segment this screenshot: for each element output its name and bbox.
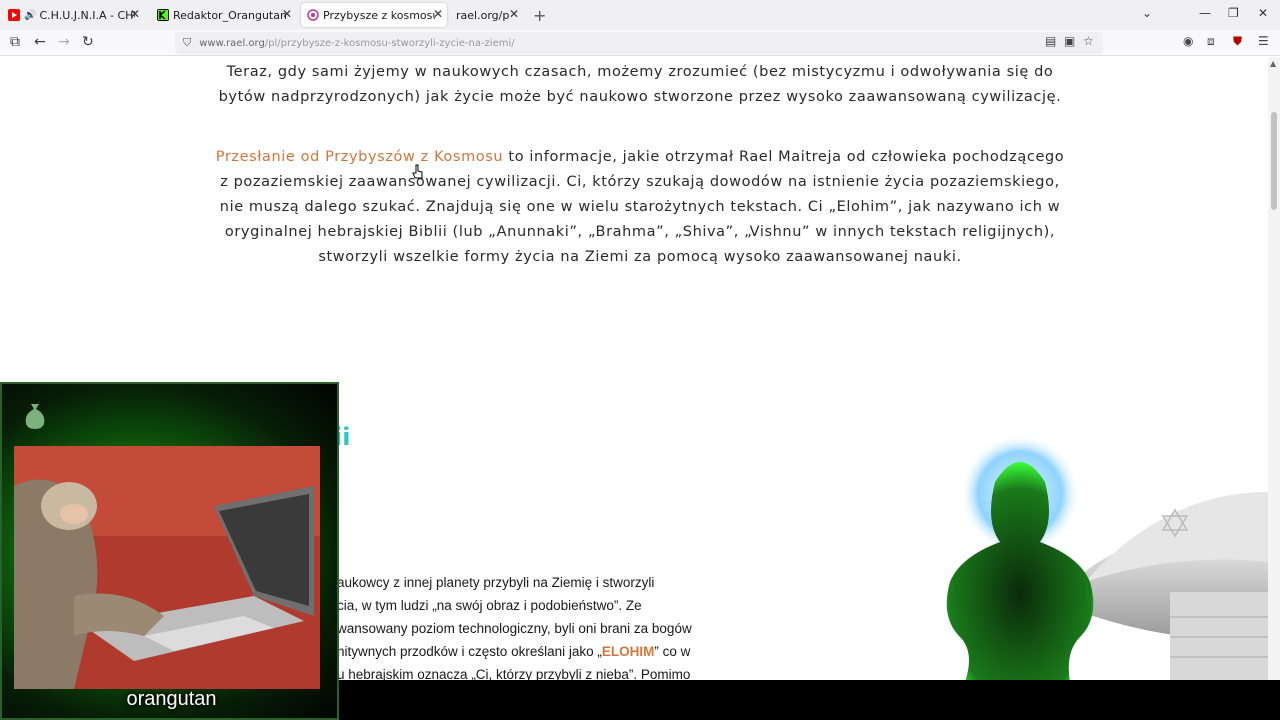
stream-webcam-overlay: orangutan <box>0 382 339 720</box>
body-line: u hebrajskim oznacza „Ci, którzy przybyl… <box>337 667 691 680</box>
tab-title: rael.org/pl/ebo <box>456 8 510 22</box>
close-tab-icon[interactable]: ✕ <box>433 7 443 21</box>
menu-icon[interactable]: ☰ <box>1258 34 1269 48</box>
tab-przybysze[interactable]: Przybysze z kosmosu stworzyli ż ✕ <box>301 3 447 27</box>
message-paragraph-text: to informacje, jakie otrzymał Rael Maitr… <box>219 149 1065 265</box>
section-body: aukowcy z innej planety przybyli na Ziem… <box>337 571 737 680</box>
tab-kick-stream[interactable]: Redaktor_Orangutan Stream - K ✕ <box>151 3 296 27</box>
scroll-up-icon[interactable]: ▲ <box>1270 59 1276 68</box>
new-tab-button[interactable]: + <box>533 6 546 25</box>
tab-strip: 🔊 C.H.U.J.N.I.A - CHUJNIA - Yo ✕ Redakto… <box>0 0 1280 30</box>
bookmark-star-icon[interactable]: ☆ <box>1083 34 1094 48</box>
speaker-icon[interactable]: 🔊 <box>24 10 36 21</box>
message-paragraph: Przesłanie od Przybyszów z Kosmosu to in… <box>210 145 1070 270</box>
sidebar-icon[interactable]: ⧉ <box>10 34 20 50</box>
tab-title: Redaktor_Orangutan Stream - K <box>173 8 286 22</box>
shield-icon[interactable]: ⛉ <box>183 36 191 50</box>
orangutan-video-frame <box>14 446 320 689</box>
reload-icon[interactable]: ↻ <box>82 34 94 50</box>
rael-icon <box>307 9 319 21</box>
minimize-button[interactable]: — <box>1199 6 1211 20</box>
account-icon[interactable]: ◉ <box>1183 34 1193 48</box>
url-path: /pl/przybysze-z-kosmosu-stworzyli-zycie-… <box>264 37 515 49</box>
hand-cursor-icon <box>412 164 423 179</box>
forward-icon[interactable]: → <box>58 34 70 50</box>
save-to-pocket-icon[interactable]: ▣ <box>1064 34 1075 48</box>
elohim-illustration <box>946 434 1268 680</box>
url-host: www.rael.org <box>199 37 265 49</box>
webcam-feed <box>14 446 320 689</box>
ublock-icon[interactable]: ⛊ <box>1233 34 1242 49</box>
vertical-scrollbar[interactable]: ▲ ▼ <box>1268 57 1280 693</box>
overlay-caption: orangutan <box>126 688 217 710</box>
tab-rael-ebook[interactable]: rael.org/pl/ebo ✕ <box>450 3 523 27</box>
close-window-button[interactable]: ✕ <box>1258 6 1268 20</box>
money-bag-icon <box>25 404 45 429</box>
tab-youtube[interactable]: 🔊 C.H.U.J.N.I.A - CHUJNIA - Yo ✕ <box>2 3 144 27</box>
close-tab-icon[interactable]: ✕ <box>282 7 292 21</box>
body-line: nitywnych przodków i często określani ja… <box>337 644 691 659</box>
address-bar[interactable]: ⛉ www.rael.org/pl/przybysze-z-kosmosu-st… <box>175 32 1103 54</box>
restore-button[interactable]: ❐ <box>1228 6 1239 20</box>
body-line: aukowcy z innej planety przybyli na Ziem… <box>337 575 655 590</box>
close-tab-icon[interactable]: ✕ <box>509 7 519 21</box>
extensions-icon[interactable]: ⧈ <box>1207 34 1215 49</box>
youtube-icon <box>8 9 20 21</box>
kick-icon <box>157 9 169 21</box>
tab-title: Przybysze z kosmosu stworzyli ż <box>323 8 435 22</box>
close-tab-icon[interactable]: ✕ <box>130 7 140 21</box>
reader-view-icon[interactable]: ▤ <box>1045 34 1056 48</box>
tab-title: C.H.U.J.N.I.A - CHUJNIA - Yo <box>39 8 135 22</box>
scrollbar-thumb[interactable] <box>1271 112 1277 210</box>
body-line: wansowany poziom technologiczny, byli on… <box>337 621 692 636</box>
navigation-toolbar: ⧉ ← → ↻ ⛉ www.rael.org/pl/przybysze-z-ko… <box>0 30 1280 56</box>
intro-paragraph: Teraz, gdy sami żyjemy w naukowych czasa… <box>218 64 1062 105</box>
back-icon[interactable]: ← <box>34 34 46 50</box>
elohim-highlight: ELOHIM <box>601 644 655 659</box>
list-all-tabs-icon[interactable]: ⌄ <box>1142 6 1152 20</box>
message-link[interactable]: Przesłanie od Przybyszów z Kosmosu <box>216 149 503 165</box>
body-line: cia, w tym ludzi „na swój obraz i podobi… <box>337 598 642 613</box>
